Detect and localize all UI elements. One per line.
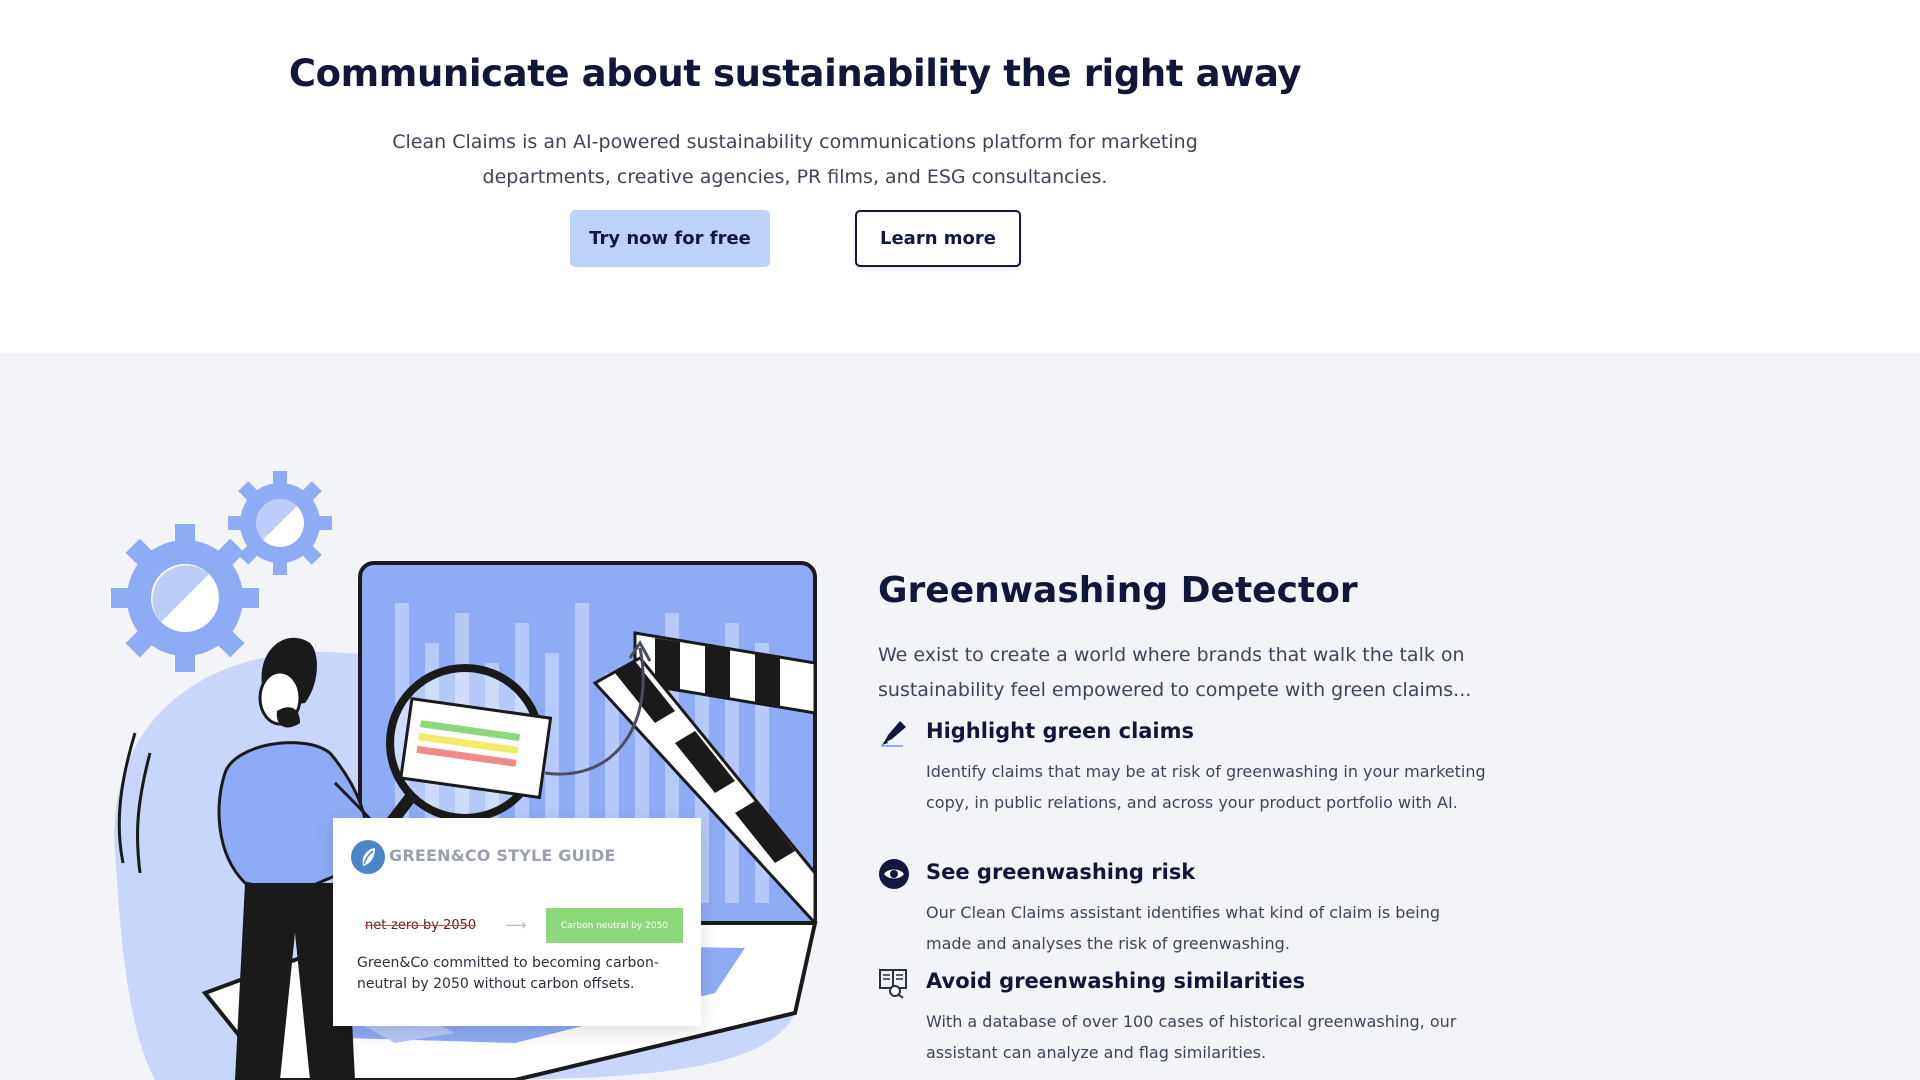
feature-item-description: Our Clean Claims assistant identifies wh… xyxy=(926,903,1441,953)
feature-title: Greenwashing Detector xyxy=(878,570,1358,611)
arrow-right-icon: ⟶ xyxy=(505,916,527,934)
highlighter-icon xyxy=(881,721,906,747)
style-guide-text: Green&Co committed to becoming carbon-ne… xyxy=(357,955,659,992)
hero-section: Communicate about sustainability the rig… xyxy=(0,0,1920,353)
strikethrough-claim: net-zero by 2050 xyxy=(365,918,477,933)
hero-subtitle: Clean Claims is an AI-powered sustainabi… xyxy=(392,131,1198,188)
greenwashing-detector-section: GREEN&CO STYLE GUIDE net-zero by 2050 ⟶ … xyxy=(0,353,1920,1080)
hero-title: Communicate about sustainability the rig… xyxy=(288,52,1302,95)
style-guide-card: GREEN&CO STYLE GUIDE net-zero by 2050 ⟶ … xyxy=(333,818,701,1026)
style-guide-title: GREEN&CO STYLE GUIDE xyxy=(389,846,616,865)
try-now-button[interactable]: Try now for free xyxy=(570,210,770,267)
feature-item-title: See greenwashing risk xyxy=(926,860,1196,884)
feature-item-description: With a database of over 100 cases of his… xyxy=(926,1012,1457,1062)
leaf-logo-icon xyxy=(351,840,385,874)
learn-more-button[interactable]: Learn more xyxy=(855,210,1021,267)
feature-item-title: Highlight green claims xyxy=(926,719,1195,743)
replacement-claim-tag: Carbon neutral by 2050 xyxy=(546,908,683,943)
feature-item-description: Identify claims that may be at risk of g… xyxy=(926,762,1486,812)
eye-icon xyxy=(879,859,909,889)
feature-intro: We exist to create a world where brands … xyxy=(878,644,1472,701)
feature-item-title: Avoid greenwashing similarities xyxy=(926,969,1306,993)
database-search-icon xyxy=(879,969,907,999)
